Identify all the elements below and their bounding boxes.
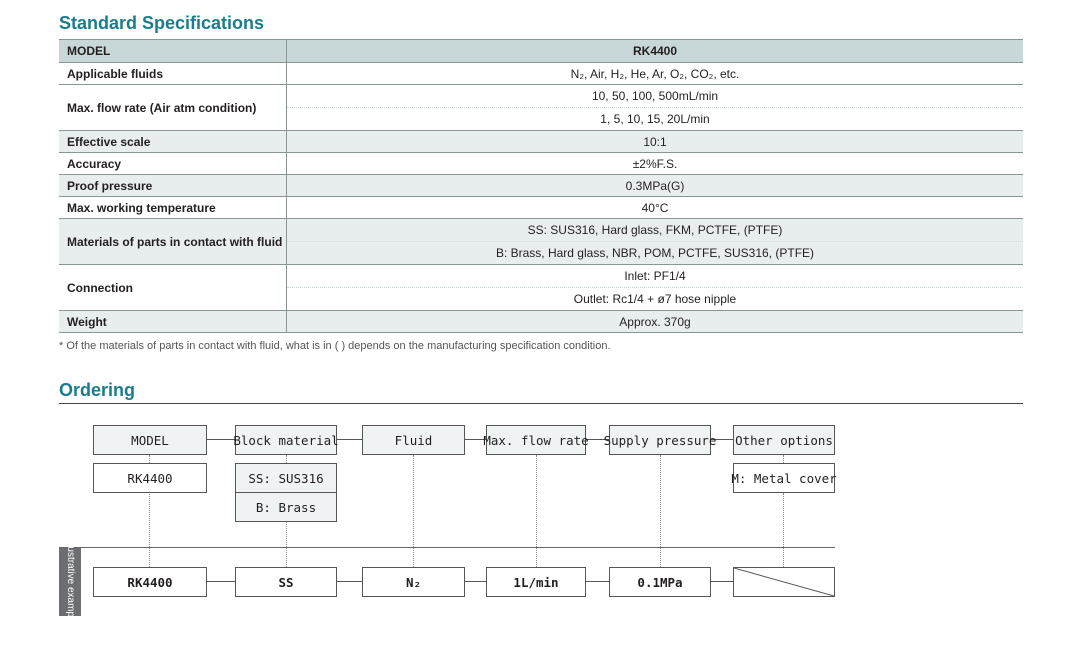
header-model: MODEL [93, 425, 207, 455]
row-label: Materials of parts in contact with fluid [59, 218, 287, 265]
option-metal-cover: M: Metal cover [731, 463, 837, 493]
spec-table: MODEL RK4400 Applicable fluids N₂, Air, … [59, 39, 1023, 333]
table-row: Connection Inlet: PF1/4 Outlet: Rc1/4 + … [59, 264, 1023, 311]
row-label: Accuracy [59, 152, 287, 175]
row-value: N₂, Air, H₂, He, Ar, O₂, CO₂, etc. [286, 62, 1023, 85]
table-row: Materials of parts in contact with fluid… [59, 218, 1023, 265]
row-value: Inlet: PF1/4 Outlet: Rc1/4 + ø7 hose nip… [286, 264, 1023, 311]
header-other-options: Other options [733, 425, 835, 455]
example-model: RK4400 [93, 567, 207, 597]
model-value: RK4400 [286, 39, 1023, 63]
row-value: 10, 50, 100, 500mL/min 1, 5, 10, 15, 20L… [286, 84, 1023, 131]
table-row: Max. working temperature 40°C [59, 196, 1023, 219]
row-label: Proof pressure [59, 174, 287, 197]
table-row: Weight Approx. 370g [59, 310, 1023, 333]
option-block-brass: B: Brass [235, 492, 337, 522]
dotted-guide [149, 492, 150, 567]
table-row: Applicable fluids N₂, Air, H₂, He, Ar, O… [59, 62, 1023, 85]
example-block-material: SS [235, 567, 337, 597]
header-block-material: Block material [233, 425, 339, 455]
connector-line [336, 581, 363, 582]
row-label: Weight [59, 310, 287, 333]
row-value-line: 10, 50, 100, 500mL/min [591, 89, 719, 103]
illustrative-example-label: Illustrative example [65, 539, 76, 625]
connector-line [206, 581, 235, 582]
header-supply-pressure: Supply pressure [604, 425, 716, 455]
table-header-row: MODEL RK4400 [59, 39, 1023, 63]
row-value: ±2%F.S. [286, 152, 1023, 175]
option-block-ss: SS: SUS316 [235, 463, 337, 493]
connector-line [464, 581, 487, 582]
example-fluid: N₂ [362, 567, 465, 597]
table-row: Proof pressure 0.3MPa(G) [59, 174, 1023, 197]
row-label: Max. working temperature [59, 196, 287, 219]
dotted-guide [783, 455, 784, 463]
footnote: * Of the materials of parts in contact w… [59, 340, 611, 352]
example-other-options-empty [733, 567, 835, 597]
row-value: 0.3MPa(G) [286, 174, 1023, 197]
row-label: Effective scale [59, 130, 287, 153]
dotted-guide [783, 493, 784, 567]
row-value-line: 1, 5, 10, 15, 20L/min [287, 107, 1023, 130]
diagonal-slash-icon [734, 568, 834, 596]
illustrative-example-tag: Illustrative example [59, 539, 81, 625]
row-value: SS: SUS316, Hard glass, FKM, PCTFE, (PTF… [286, 218, 1023, 265]
table-row: Max. flow rate (Air atm condition) 10, 5… [59, 84, 1023, 131]
header-fluid: Fluid [362, 425, 465, 455]
dotted-guide [149, 455, 150, 463]
connector-line [585, 581, 609, 582]
dotted-guide [286, 521, 287, 567]
table-row: Effective scale 10:1 [59, 130, 1023, 153]
connector-line [206, 439, 235, 440]
row-value: 10:1 [286, 130, 1023, 153]
connector-line [710, 581, 733, 582]
spec-title: Standard Specifications [59, 13, 265, 33]
example-supply-pressure: 0.1MPa [609, 567, 711, 597]
ordering-title: Ordering [59, 380, 136, 400]
dotted-guide [286, 455, 287, 463]
row-label: Max. flow rate (Air atm condition) [59, 84, 287, 131]
option-model: RK4400 [93, 463, 207, 493]
connector-line [336, 439, 363, 440]
dotted-guide [536, 455, 537, 567]
table-row: Accuracy ±2%F.S. [59, 152, 1023, 175]
row-label: Applicable fluids [59, 62, 287, 85]
model-label: MODEL [59, 39, 287, 63]
row-value: Approx. 370g [286, 310, 1023, 333]
section-divider [59, 403, 1023, 404]
header-max-flow-rate: Max. flow rate [483, 425, 589, 455]
row-value-line: Inlet: PF1/4 [624, 269, 686, 283]
example-divider [59, 547, 835, 548]
row-value-line: SS: SUS316, Hard glass, FKM, PCTFE, (PTF… [527, 223, 783, 237]
dotted-guide [413, 455, 414, 567]
row-value: 40°C [286, 196, 1023, 219]
row-label: Connection [59, 264, 287, 311]
row-value-line: Outlet: Rc1/4 + ø7 hose nipple [287, 287, 1023, 310]
example-max-flow-rate: 1L/min [486, 567, 586, 597]
row-value-line: B: Brass, Hard glass, NBR, POM, PCTFE, S… [287, 241, 1023, 264]
dotted-guide [660, 455, 661, 567]
